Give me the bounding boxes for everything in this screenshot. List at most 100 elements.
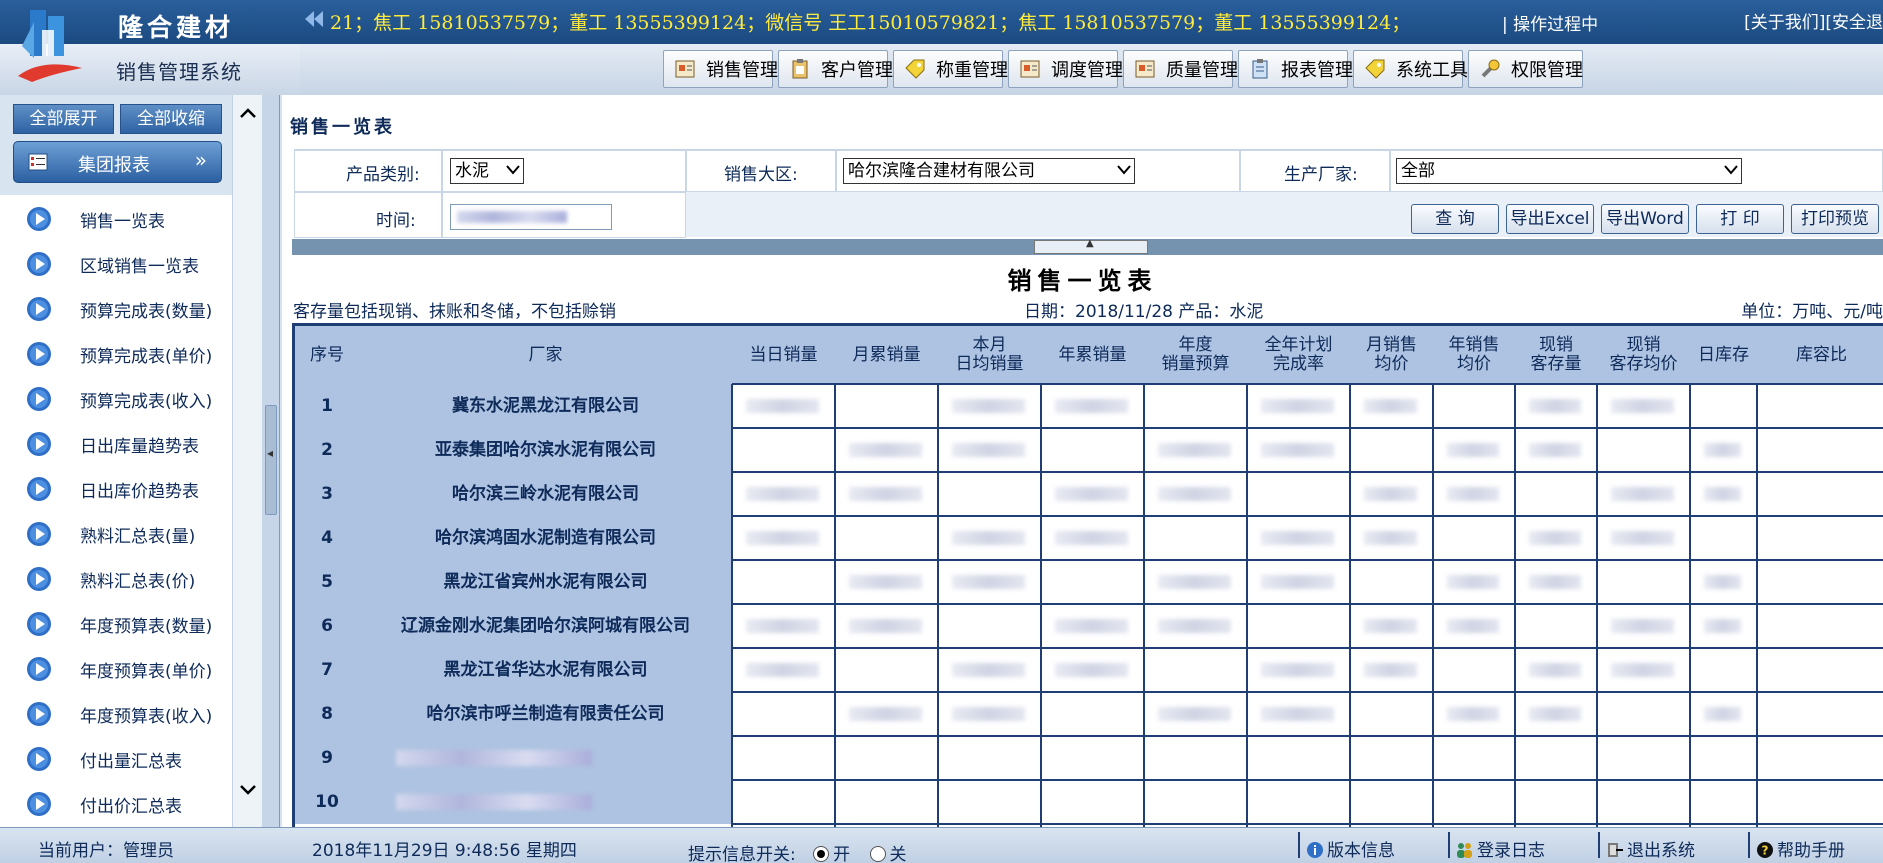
sidebar-item-annual-price[interactable]: 年度预算表(单价) <box>0 645 232 690</box>
table-row[interactable]: 2 亚泰集团哈尔滨水泥有限公司 <box>295 428 1883 472</box>
list-icon <box>28 153 48 171</box>
sidebar-item-daily-out-qty[interactable]: 日出库量趋势表 <box>0 420 232 465</box>
row-seq: 1 <box>321 396 333 416</box>
sidebar-item-payout-price[interactable]: 付出价汇总表 <box>0 780 232 825</box>
radio-on[interactable] <box>813 846 830 862</box>
redacted-value <box>1261 575 1334 589</box>
help-link[interactable]: ? 帮助手册 <box>1756 836 1845 861</box>
radio-off[interactable] <box>869 846 886 862</box>
divider <box>1598 832 1600 858</box>
tag-icon <box>1365 59 1385 79</box>
menu-sales[interactable]: 销售管理 <box>663 50 778 88</box>
menu-weighing[interactable]: 称重管理 <box>893 50 1008 88</box>
time-input[interactable] <box>450 204 612 230</box>
grid-line <box>1246 384 1248 827</box>
login-log-link[interactable]: 登录日志 <box>1456 836 1545 861</box>
redacted-value <box>746 399 819 413</box>
collapse-filter-handle[interactable]: ▲ <box>1034 238 1148 254</box>
triangle-up-icon: ▲ <box>1086 238 1094 249</box>
redacted-value <box>1055 531 1128 545</box>
play-circle-icon <box>27 702 51 726</box>
sidebar-scrollbar[interactable] <box>232 95 262 827</box>
ticker-back-icon[interactable] <box>302 7 326 31</box>
table-row[interactable]: 9 <box>295 736 1883 780</box>
column-header: 厂家 <box>528 344 563 365</box>
query-button[interactable]: 查 询 <box>1411 204 1499 234</box>
table-row[interactable]: 4 哈尔滨鸿固水泥制造有限公司 <box>295 516 1883 560</box>
row-factory: 哈尔滨三岭水泥有限公司 <box>452 484 639 504</box>
sidebar-item-daily-out-price[interactable]: 日出库价趋势表 <box>0 465 232 510</box>
grid-line <box>1689 384 1691 827</box>
redacted-value <box>1611 399 1674 413</box>
redacted-value <box>1447 619 1499 633</box>
redacted-value <box>1158 487 1231 501</box>
redacted-value <box>1611 619 1674 633</box>
chevron-down-icon[interactable] <box>237 778 259 800</box>
table-row[interactable]: 3 哈尔滨三岭水泥有限公司 <box>295 472 1883 516</box>
region-select[interactable]: 哈尔滨隆合建材有限公司 <box>843 158 1135 184</box>
sidebar-group-reports[interactable]: 集团报表 » <box>13 141 222 183</box>
redacted-value <box>1529 663 1581 677</box>
row-header: 9 <box>295 736 732 780</box>
sidebar-item-clinker-price[interactable]: 熟料汇总表(价) <box>0 555 232 600</box>
row-factory: 哈尔滨市呼兰制造有限责任公司 <box>426 704 665 724</box>
row-seq: 8 <box>321 704 333 724</box>
print-button[interactable]: 打 印 <box>1696 204 1784 234</box>
sidebar-item-label: 年度预算表(数量) <box>80 617 213 637</box>
maker-select[interactable]: 全部 <box>1396 158 1742 184</box>
divider <box>1298 832 1300 858</box>
table-row[interactable]: 7 黑龙江省华达水泥有限公司 <box>295 648 1883 692</box>
chevron-up-icon[interactable] <box>237 103 259 125</box>
app-header: 销售管理系统 隆合建材 21；焦工 15810537579；董工 1355539… <box>0 0 1883 95</box>
menu-customers[interactable]: 客户管理 <box>778 50 893 88</box>
menu-reports-label: 报表管理 <box>1281 60 1353 81</box>
hint-on-option[interactable]: 开 <box>813 845 850 863</box>
redacted-value <box>952 443 1025 457</box>
redacted-value <box>1364 619 1417 633</box>
table-row[interactable]: 10 <box>295 780 1883 824</box>
play-circle-icon <box>27 612 51 636</box>
splitter-handle[interactable]: ◂ <box>265 405 277 515</box>
sidebar-item-annual-income[interactable]: 年度预算表(收入) <box>0 690 232 735</box>
redacted-value <box>1447 707 1499 721</box>
menu-permissions[interactable]: 权限管理 <box>1468 50 1583 88</box>
export-excel-button[interactable]: 导出Excel <box>1506 204 1594 234</box>
print-preview-button[interactable]: 打印预览 <box>1791 204 1879 234</box>
collapse-all-button[interactable]: 全部收缩 <box>120 104 222 134</box>
sidebar-item-budget-qty[interactable]: 预算完成表(数量) <box>0 285 232 330</box>
redacted-value <box>849 707 922 721</box>
logout-link[interactable]: 退出系统 <box>1606 836 1695 861</box>
sidebar-item-region-sales[interactable]: 区域销售一览表 <box>0 240 232 285</box>
redacted-value <box>1055 487 1128 501</box>
menu-dispatch[interactable]: 调度管理 <box>1008 50 1123 88</box>
divider <box>1448 832 1450 858</box>
about-link[interactable]: [关于我们] <box>1744 13 1825 33</box>
redacted-value <box>1261 663 1334 677</box>
safe-exit-link[interactable]: [安全退 <box>1825 13 1883 33</box>
redacted-value <box>1704 619 1741 633</box>
panel-splitter[interactable]: ◂ <box>262 95 280 827</box>
sidebar-item-budget-price[interactable]: 预算完成表(单价) <box>0 330 232 375</box>
sidebar-item-clinker-qty[interactable]: 熟料汇总表(量) <box>0 510 232 555</box>
version-info-link[interactable]: 版本信息 <box>1306 836 1395 861</box>
table-row[interactable]: 6 辽源金刚水泥集团哈尔滨阿城有限公司 <box>295 604 1883 648</box>
sidebar-item-annual-qty[interactable]: 年度预算表(数量) <box>0 600 232 645</box>
menu-reports[interactable]: 报表管理 <box>1238 50 1353 88</box>
menu-system-tools[interactable]: 系统工具 <box>1353 50 1468 88</box>
sidebar-item-sales-overview[interactable]: 销售一览表 <box>0 195 232 240</box>
menu-quality[interactable]: 质量管理 <box>1123 50 1238 88</box>
export-word-button[interactable]: 导出Word <box>1601 204 1689 234</box>
expand-all-button[interactable]: 全部展开 <box>13 104 114 134</box>
hint-off-option[interactable]: 关 <box>869 845 907 863</box>
row-factory: 黑龙江省华达水泥有限公司 <box>443 660 648 680</box>
redacted-value <box>1529 399 1581 413</box>
play-circle-icon <box>27 432 51 456</box>
sidebar-item-budget-income[interactable]: 预算完成表(收入) <box>0 375 232 420</box>
table-row[interactable]: 5 黑龙江省宾州水泥有限公司 <box>295 560 1883 604</box>
main-panel: 销售一览表 产品类别: 水泥 销售大区: 哈尔滨隆合建材有限公司 生产厂家: 全… <box>282 95 1883 827</box>
table-row[interactable]: 8 哈尔滨市呼兰制造有限责任公司 <box>295 692 1883 736</box>
sidebar-item-payout-qty[interactable]: 付出量汇总表 <box>0 735 232 780</box>
grid-line <box>1756 384 1758 827</box>
table-row[interactable]: 1 冀东水泥黑龙江有限公司 <box>295 384 1883 428</box>
product-select[interactable]: 水泥 <box>450 158 524 184</box>
